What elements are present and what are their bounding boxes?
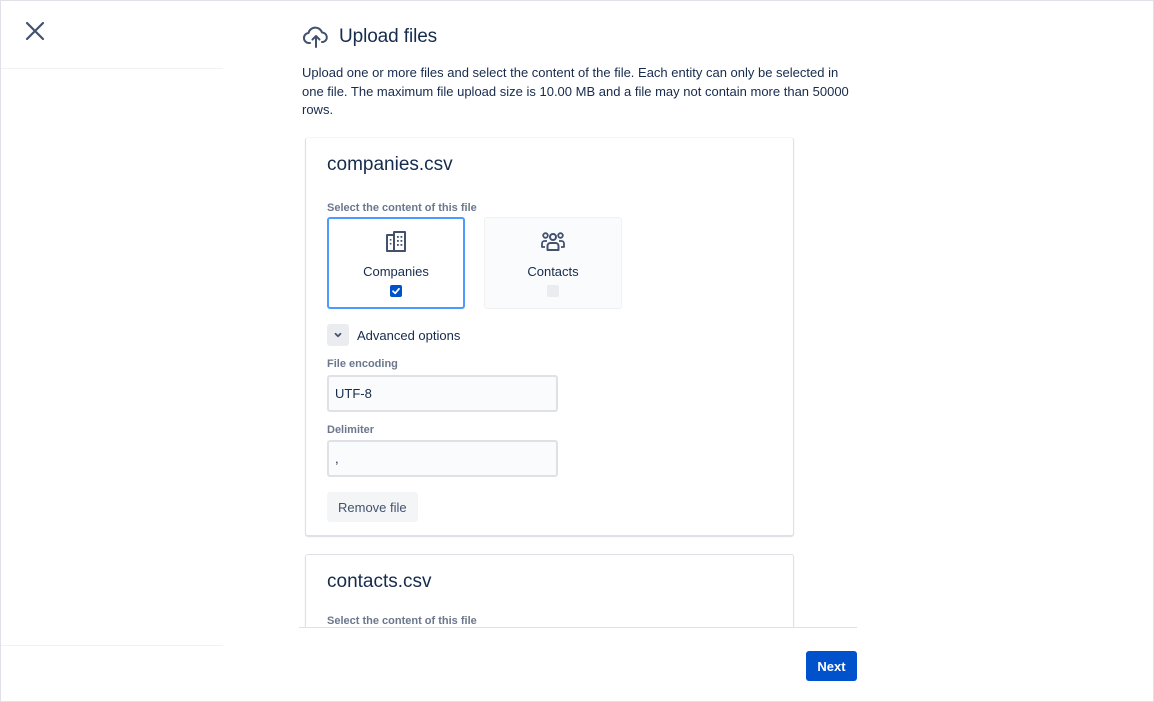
advanced-options-toggle[interactable]: Advanced options (327, 324, 460, 346)
remove-file-button[interactable]: Remove file (327, 492, 418, 522)
file-encoding-label: File encoding (327, 358, 398, 370)
option-label: Companies (363, 264, 429, 279)
content-select-label: Select the content of this file (327, 615, 477, 627)
advanced-options-label: Advanced options (357, 327, 461, 343)
upload-dialog: Upload files Upload one or more files an… (0, 0, 1154, 702)
file-card-contacts: contacts.csv Select the content of this … (305, 554, 794, 627)
option-contacts[interactable]: Contacts (484, 217, 622, 309)
sidebar-divider-bottom (1, 645, 223, 646)
cloud-upload-icon (302, 23, 330, 51)
file-list[interactable]: companies.csv Select the content of this… (299, 133, 857, 627)
file-name: companies.csv (327, 154, 453, 175)
file-name: contacts.csv (327, 571, 432, 592)
content-select-label: Select the content of this file (327, 202, 477, 214)
building-icon (384, 230, 408, 254)
page-header: Upload files (302, 23, 437, 51)
footer-divider (299, 627, 857, 628)
intro-text: Upload one or more files and select the … (302, 65, 849, 117)
people-group-icon (540, 230, 566, 254)
checkbox-unchecked[interactable] (547, 285, 559, 297)
file-encoding-input[interactable] (327, 375, 558, 412)
close-icon[interactable] (23, 19, 47, 43)
page-title: Upload files (339, 26, 438, 47)
checkbox-checked[interactable] (390, 285, 402, 297)
file-card-companies: companies.csv Select the content of this… (305, 137, 794, 536)
option-label: Contacts (527, 264, 579, 279)
next-button[interactable]: Next (806, 651, 857, 681)
chevron-down-icon (327, 324, 349, 346)
option-companies[interactable]: Companies (327, 217, 465, 309)
delimiter-input[interactable] (327, 440, 558, 477)
sidebar-divider-top (1, 68, 223, 69)
delimiter-label: Delimiter (327, 424, 375, 436)
